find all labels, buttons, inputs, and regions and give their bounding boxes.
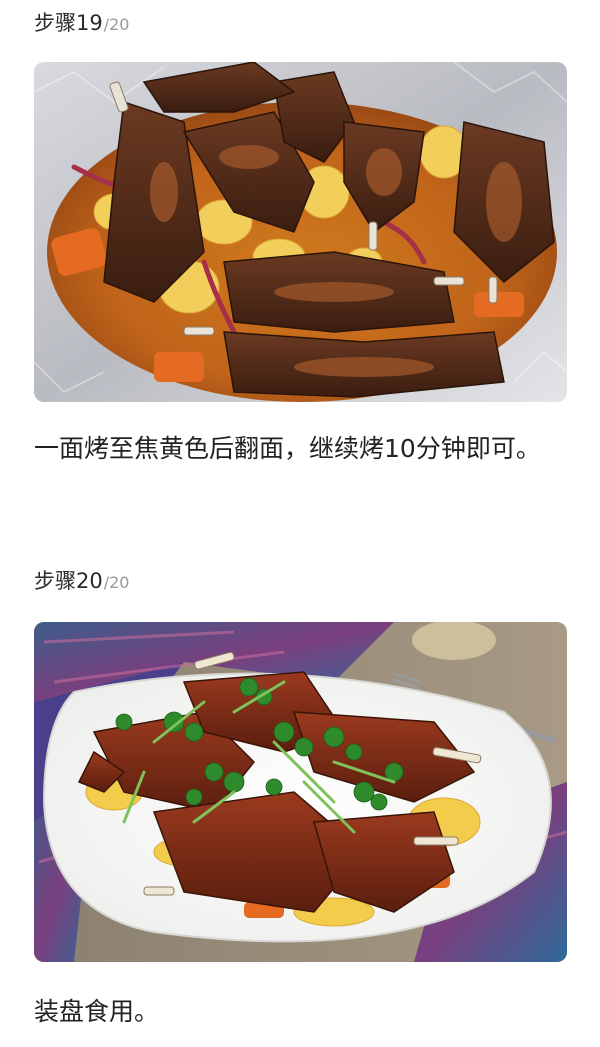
step-description: 一面烤至焦黄色后翻面，继续烤10分钟即可。 xyxy=(34,434,541,463)
plated-lamb-ribs-image xyxy=(34,622,567,962)
step-header: 步骤 20 /20 xyxy=(34,565,129,595)
roasted-lamb-ribs-image xyxy=(34,62,567,402)
step-number: 20 xyxy=(76,569,103,593)
step-photo[interactable] xyxy=(34,62,567,402)
step-label: 步骤 xyxy=(34,11,76,35)
step-number: 19 xyxy=(76,11,103,35)
step-total: /20 xyxy=(103,573,130,592)
step-header: 步骤 19 /20 xyxy=(34,7,129,37)
step-total: /20 xyxy=(103,15,130,34)
step-description: 装盘食用。 xyxy=(34,997,160,1026)
step-photo[interactable] xyxy=(34,622,567,962)
step-label: 步骤 xyxy=(34,569,76,593)
